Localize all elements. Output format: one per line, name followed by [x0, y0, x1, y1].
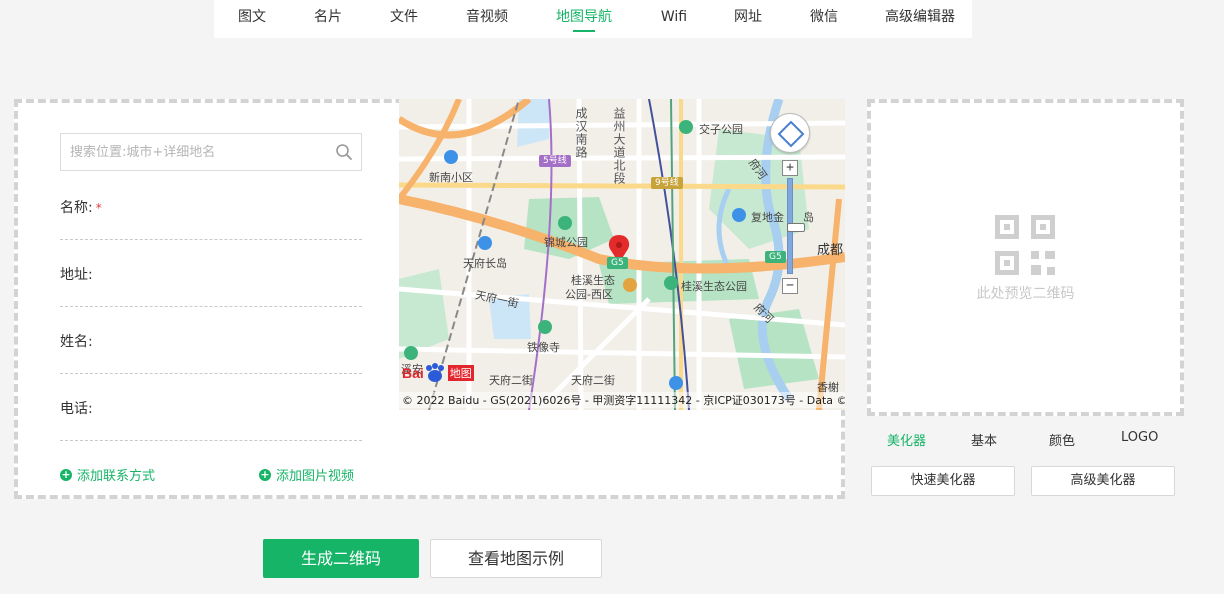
map-label: 新南小区	[429, 171, 473, 184]
map-label: 岛	[803, 211, 814, 224]
phone-field: 电话:	[60, 398, 362, 441]
address-underline	[60, 306, 362, 307]
zoom-track[interactable]	[787, 178, 805, 274]
map-pan-control[interactable]	[770, 113, 810, 153]
editor-panel: 名称:* 地址: 姓名: 电话: + 添加联系方式 + 添加图片视频	[14, 99, 845, 499]
logo-text: Bai	[402, 365, 424, 381]
plus-circle-icon: +	[259, 467, 271, 481]
preview-hint: 此处预览二维码	[976, 286, 1075, 302]
tab-url[interactable]: 网址	[728, 0, 768, 38]
logo-suffix: 地图	[447, 365, 474, 381]
plus-circle-icon: +	[60, 467, 72, 481]
phone-input[interactable]	[60, 418, 362, 440]
tab-file[interactable]: 文件	[380, 0, 428, 38]
advanced-beautifier-button[interactable]: 高级美化器	[1031, 466, 1175, 496]
tab-logo[interactable]: LOGO	[1121, 430, 1158, 445]
address-field: 地址:	[60, 264, 362, 307]
generate-qr-button[interactable]: 生成二维码	[263, 539, 419, 578]
map-label: 天府二街	[489, 374, 533, 387]
map-label: 交子公园	[699, 123, 743, 136]
name-label: 名称:	[60, 200, 93, 216]
name-underline	[60, 239, 362, 240]
tab-audio-video[interactable]: 音视频	[460, 0, 514, 38]
beautify-tabs: 美化器 基本 颜色 LOGO	[867, 430, 1184, 450]
address-input[interactable]	[60, 284, 362, 306]
tab-image-text[interactable]: 图文	[228, 0, 276, 38]
map-label: 复地金	[751, 211, 784, 224]
map-label: 益州大道北段	[612, 107, 626, 185]
map-label: 成都	[817, 243, 844, 258]
tab-wifi[interactable]: Wifi	[654, 0, 694, 38]
add-media-link[interactable]: + 添加图片视频	[259, 465, 354, 484]
paw-icon	[425, 363, 444, 382]
tab-business-card[interactable]: 名片	[304, 0, 352, 38]
zoom-handle[interactable]	[787, 223, 805, 232]
tab-beautifier[interactable]: 美化器	[887, 430, 926, 449]
map-label: 天府长岛	[463, 257, 507, 270]
metro-badge: 5号线	[539, 155, 571, 167]
contact-name-underline	[60, 373, 362, 374]
tab-advanced-editor[interactable]: 高级编辑器	[882, 0, 958, 38]
map-copyright: © 2022 Baidu - GS(2021)6026号 - 甲测资字11111…	[399, 392, 845, 408]
map-label: 公园-西区	[565, 288, 613, 301]
phone-label: 电话:	[60, 401, 93, 417]
view-map-example-button[interactable]: 查看地图示例	[430, 539, 602, 578]
contact-name-input[interactable]	[60, 351, 362, 373]
zoom-out-button[interactable]: −	[782, 278, 798, 294]
zoom-in-button[interactable]: +	[782, 160, 798, 176]
map-label: 铁像寺	[527, 341, 560, 354]
map-view[interactable]: 新南小区 锦城公园 天府长岛 桂溪生态 公园-西区 桂溪生态公园 天府一街 铁像…	[399, 99, 845, 410]
qr-code-icon	[995, 215, 1055, 275]
tab-map-navigation[interactable]: 地图导航	[552, 0, 616, 38]
map-label: 天府二街	[571, 374, 615, 387]
name-field: 名称: *	[60, 197, 362, 240]
tab-wechat[interactable]: 微信	[804, 0, 844, 38]
qr-preview-panel: 此处预览二维码	[867, 99, 1184, 416]
metro-badge: 9号线	[651, 177, 683, 189]
add-media-text: 添加图片视频	[276, 469, 355, 484]
map-label: 桂溪生态公园	[681, 280, 747, 293]
address-label: 地址:	[60, 267, 93, 283]
search-box	[60, 133, 362, 171]
tab-basic[interactable]: 基本	[971, 430, 997, 449]
map-label: 成汉南路	[574, 107, 588, 159]
tab-color[interactable]: 颜色	[1049, 430, 1075, 449]
pan-arrows-icon	[777, 120, 805, 148]
highway-badge: G5	[607, 257, 628, 269]
location-search-input[interactable]	[61, 134, 331, 170]
required-mark: *	[95, 201, 102, 215]
phone-underline	[60, 440, 362, 441]
add-contact-link[interactable]: + 添加联系方式	[60, 465, 155, 484]
zoom-control: + −	[782, 160, 805, 294]
map-label: 锦城公园	[544, 236, 588, 249]
baidu-map-logo: Bai 地图	[402, 362, 474, 384]
quick-beautifier-button[interactable]: 快速美化器	[871, 466, 1015, 496]
search-icon[interactable]	[335, 143, 353, 161]
contact-name-field: 姓名:	[60, 331, 362, 374]
add-contact-text: 添加联系方式	[77, 469, 156, 484]
top-nav: 图文 名片 文件 音视频 地图导航 Wifi 网址 微信 高级编辑器	[214, 0, 972, 38]
name-input[interactable]	[60, 217, 362, 239]
contact-name-label: 姓名:	[60, 334, 93, 350]
